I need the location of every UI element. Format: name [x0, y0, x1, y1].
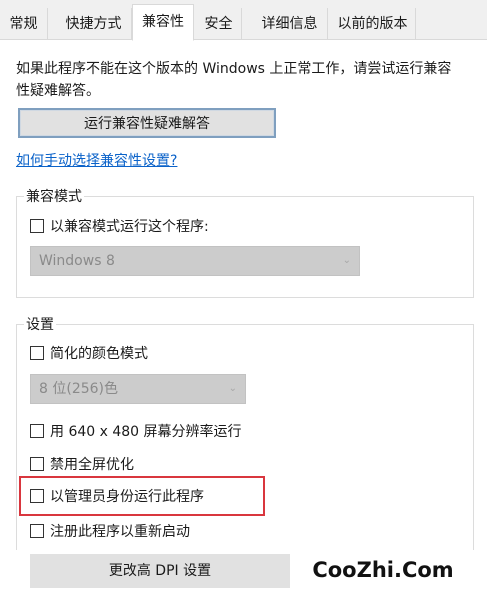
change-high-dpi-button[interactable]: 更改高 DPI 设置: [30, 554, 290, 588]
compat-os-value: Windows 8: [39, 253, 115, 269]
compat-mode-label: 以兼容模式运行这个程序:: [50, 219, 209, 235]
manual-settings-link[interactable]: 如何手动选择兼容性设置?: [16, 150, 177, 170]
register-restart-checkbox[interactable]: 注册此程序以重新启动: [30, 521, 190, 541]
compat-intro-text: 如果此程序不能在这个版本的 Windows 上正常工作，请尝试运行兼容 性疑难解…: [16, 58, 478, 102]
tab-general[interactable]: 常规: [0, 8, 48, 40]
compat-mode-title: 兼容模式: [24, 188, 84, 206]
intro-line-1: 如果此程序不能在这个版本的 Windows 上正常工作，请尝试运行兼容: [16, 61, 452, 77]
run-troubleshooter-button[interactable]: 运行兼容性疑难解答: [18, 108, 276, 138]
checkbox-box[interactable]: [30, 346, 44, 360]
tab-strip: 常规 快捷方式 兼容性 安全 详细信息 以前的版本: [0, 0, 487, 41]
checkbox-box[interactable]: [30, 424, 44, 438]
color-depth-select[interactable]: 8 位(256)色 ⌄: [30, 374, 246, 404]
chevron-down-icon: ⌄: [228, 383, 237, 394]
tab-shortcut[interactable]: 快捷方式: [56, 8, 132, 40]
checkbox-box[interactable]: [30, 219, 44, 233]
res-640-label: 用 640 x 480 屏幕分辨率运行: [50, 424, 242, 440]
red-highlight-box: [19, 476, 265, 516]
chevron-down-icon: ⌄: [342, 255, 351, 266]
disable-fullscreen-opt-checkbox[interactable]: 禁用全屏优化: [30, 454, 134, 474]
checkbox-box[interactable]: [30, 524, 44, 538]
compat-mode-checkbox[interactable]: 以兼容模式运行这个程序:: [30, 216, 209, 236]
intro-line-2: 性疑难解答。: [16, 83, 100, 99]
checkbox-box[interactable]: [30, 457, 44, 471]
register-restart-label: 注册此程序以重新启动: [50, 524, 190, 540]
reduced-color-checkbox[interactable]: 简化的颜色模式: [30, 343, 148, 363]
tab-security[interactable]: 安全: [196, 8, 242, 40]
tab-previous-versions[interactable]: 以前的版本: [330, 8, 416, 40]
res-640-checkbox[interactable]: 用 640 x 480 屏幕分辨率运行: [30, 421, 242, 441]
reduced-color-label: 简化的颜色模式: [50, 346, 148, 362]
tab-compatibility[interactable]: 兼容性: [132, 4, 194, 41]
watermark-logo: CooZhi.Com: [296, 546, 470, 594]
compat-os-select[interactable]: Windows 8 ⌄: [30, 246, 360, 276]
settings-title: 设置: [24, 316, 56, 334]
tab-details[interactable]: 详细信息: [252, 8, 328, 40]
disable-fullscreen-opt-label: 禁用全屏优化: [50, 457, 134, 473]
color-depth-value: 8 位(256)色: [39, 381, 119, 397]
